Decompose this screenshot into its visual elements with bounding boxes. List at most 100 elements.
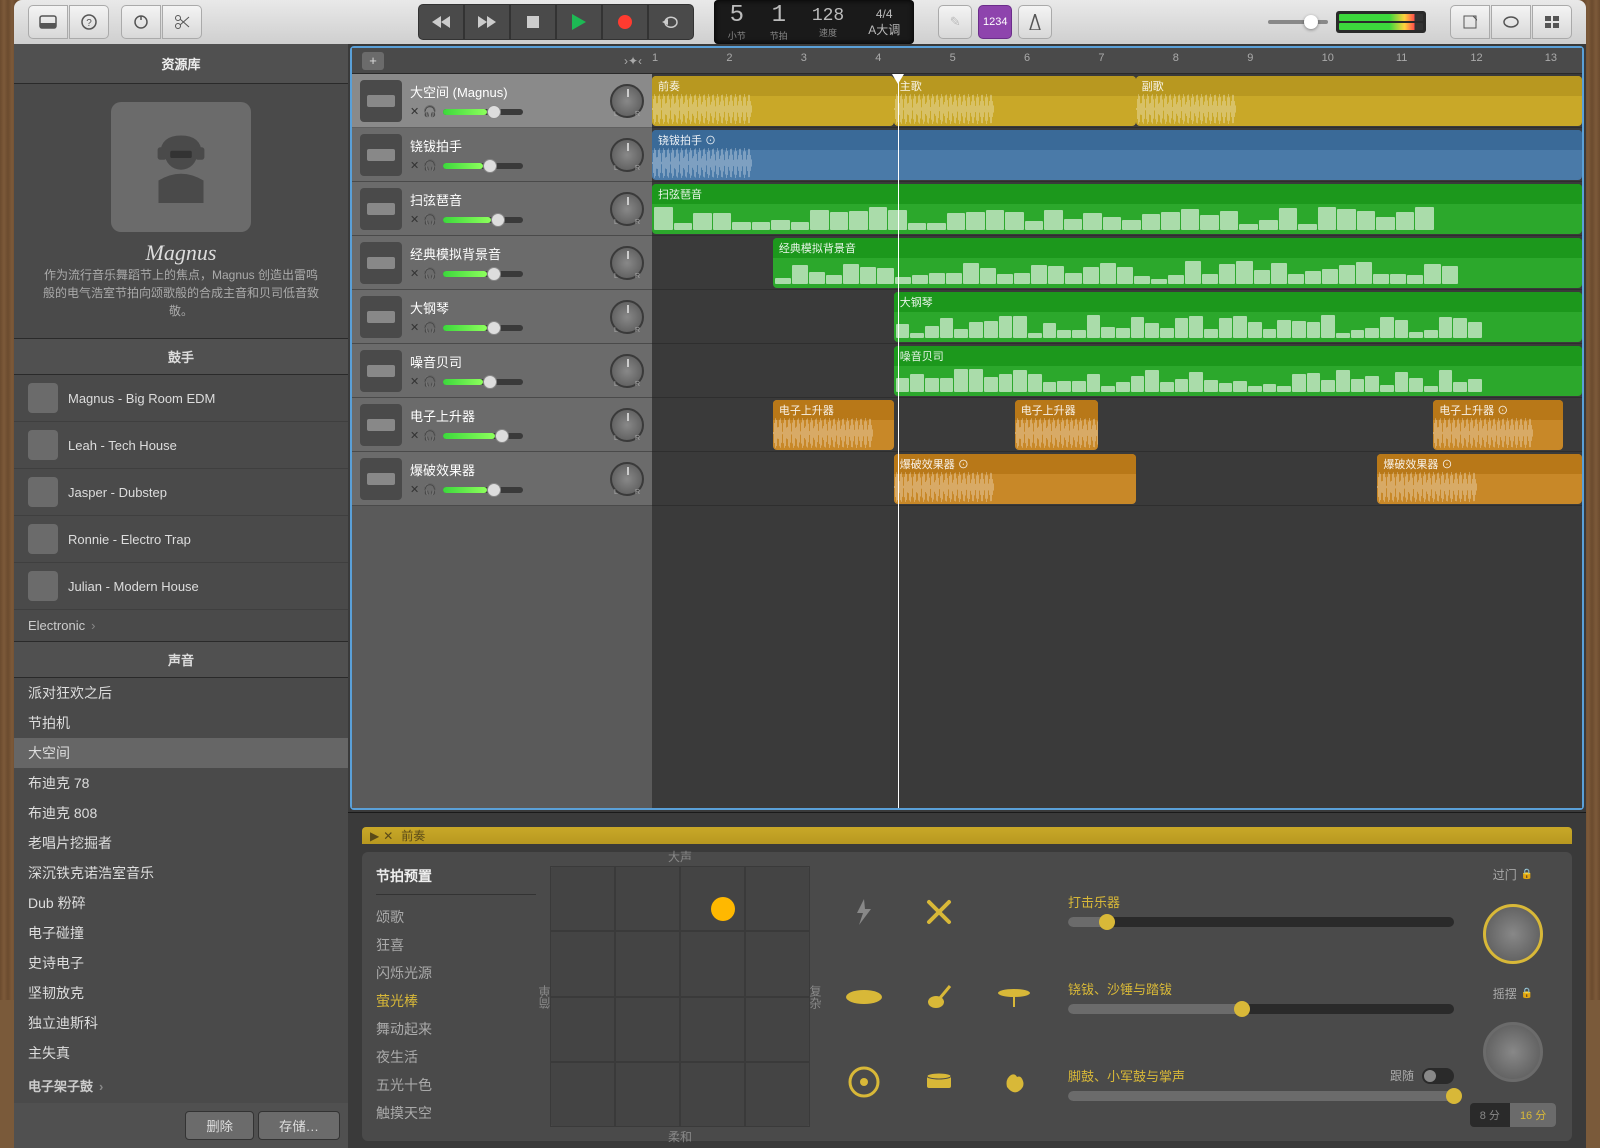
sound-item[interactable]: 布迪克 78 bbox=[14, 768, 348, 798]
region[interactable]: 副歌 bbox=[1136, 76, 1582, 126]
xy-pad[interactable]: 大声 柔和 简单 复杂 bbox=[550, 866, 810, 1127]
save-button[interactable]: 存储… bbox=[258, 1111, 340, 1140]
complexity-slider[interactable] bbox=[1068, 917, 1454, 927]
region[interactable]: 爆破效果器 ⊙ bbox=[1377, 454, 1582, 504]
track-header[interactable]: 大空间 (Magnus)✕🎧LR bbox=[352, 74, 652, 128]
region-lane[interactable]: 电子上升器电子上升器电子上升器 ⊙ bbox=[652, 398, 1582, 452]
preset-item[interactable]: 萤光棒 bbox=[376, 987, 536, 1015]
sticks-icon[interactable] bbox=[909, 876, 970, 947]
clap-icon[interactable] bbox=[983, 1046, 1044, 1117]
tambourine-icon[interactable] bbox=[834, 961, 895, 1032]
preset-item[interactable]: 夜生活 bbox=[376, 1043, 536, 1071]
track-header[interactable]: 大钢琴✕🎧LR bbox=[352, 290, 652, 344]
preset-item[interactable]: 狂喜 bbox=[376, 931, 536, 959]
headphone-icon[interactable]: 🎧 bbox=[423, 267, 437, 280]
lock-icon[interactable]: 🔒 bbox=[1521, 988, 1533, 999]
sound-item[interactable]: 派对狂欢之后 bbox=[14, 678, 348, 708]
sound-item[interactable]: 电子碰撞 bbox=[14, 918, 348, 948]
complexity-slider[interactable] bbox=[1068, 1004, 1454, 1014]
region-lane[interactable]: 前奏主歌副歌 bbox=[652, 74, 1582, 128]
playhead[interactable] bbox=[898, 74, 899, 808]
headphone-icon[interactable]: 🎧 bbox=[423, 483, 437, 496]
delete-button[interactable]: 删除 bbox=[185, 1111, 254, 1140]
mute-icon[interactable]: ✕ bbox=[410, 105, 419, 118]
region[interactable]: 电子上升器 bbox=[1015, 400, 1099, 450]
region-lane[interactable]: 大钢琴 bbox=[652, 290, 1582, 344]
pan-knob[interactable]: LR bbox=[610, 354, 644, 388]
drummer-item[interactable]: Ronnie - Electro Trap bbox=[14, 516, 348, 563]
pan-knob[interactable]: LR bbox=[610, 138, 644, 172]
sound-item[interactable]: 主失真 bbox=[14, 1038, 348, 1068]
pan-knob[interactable]: LR bbox=[610, 300, 644, 334]
bolt-icon[interactable] bbox=[834, 876, 895, 947]
drummer-item[interactable]: Magnus - Big Room EDM bbox=[14, 375, 348, 422]
master-volume-slider[interactable] bbox=[1268, 20, 1328, 24]
track-header[interactable]: 噪音贝司✕🎧LR bbox=[352, 344, 652, 398]
ruler[interactable]: 12345678910111213 bbox=[652, 48, 1582, 74]
region[interactable]: 电子上升器 bbox=[773, 400, 894, 450]
drummer-item[interactable]: Jasper - Dubstep bbox=[14, 469, 348, 516]
pan-knob[interactable]: LR bbox=[610, 246, 644, 280]
pan-knob[interactable]: LR bbox=[610, 84, 644, 118]
headphone-icon[interactable]: 🎧 bbox=[423, 429, 437, 442]
hihat-icon[interactable] bbox=[983, 961, 1044, 1032]
category-row[interactable]: Electronic› bbox=[14, 610, 348, 641]
region[interactable]: 经典模拟背景音 bbox=[773, 238, 1582, 288]
mute-icon[interactable]: ✕ bbox=[410, 483, 419, 496]
sound-item[interactable]: 节拍机 bbox=[14, 708, 348, 738]
region[interactable]: 前奏 bbox=[652, 76, 894, 126]
track-header[interactable]: 扫弦琶音✕🎧LR bbox=[352, 182, 652, 236]
swing-resolution[interactable]: 8 分16 分 bbox=[1470, 1103, 1556, 1127]
cycle-button[interactable] bbox=[648, 4, 694, 40]
preset-item[interactable]: 舞动起来 bbox=[376, 1015, 536, 1043]
mute-icon[interactable]: ✕ bbox=[410, 267, 419, 280]
headphone-icon[interactable]: 🎧 bbox=[423, 375, 437, 388]
region[interactable]: 主歌 bbox=[894, 76, 1136, 126]
rewind-button[interactable] bbox=[418, 4, 464, 40]
region-lane[interactable]: 铙钹拍手 ⊙ bbox=[652, 128, 1582, 182]
headphone-icon[interactable]: 🎧 bbox=[423, 105, 437, 118]
region-lane[interactable]: 爆破效果器 ⊙ 爆破效果器 ⊙ bbox=[652, 452, 1582, 506]
sound-item[interactable]: 布迪克 808 bbox=[14, 798, 348, 828]
smart-controls-toggle[interactable] bbox=[121, 5, 161, 39]
count-in-button[interactable]: 1234 bbox=[978, 5, 1012, 39]
mute-icon[interactable]: ✕ bbox=[410, 321, 419, 334]
drummer-item[interactable]: Julian - Modern House bbox=[14, 563, 348, 610]
pan-knob[interactable]: LR bbox=[610, 408, 644, 442]
mute-icon[interactable]: ✕ bbox=[410, 429, 419, 442]
kick-icon[interactable] bbox=[834, 1046, 895, 1117]
drummer-item[interactable]: Leah - Tech House bbox=[14, 422, 348, 469]
editor-ruler[interactable]: ▶✕ 前奏 bbox=[362, 827, 1572, 844]
region-settings-icon[interactable]: ✕ bbox=[383, 829, 393, 843]
mute-icon[interactable]: ✕ bbox=[410, 213, 419, 226]
forward-button[interactable] bbox=[464, 4, 510, 40]
track-volume-slider[interactable] bbox=[443, 482, 602, 498]
headphone-icon[interactable]: 🎧 bbox=[423, 159, 437, 172]
swing-knob[interactable] bbox=[1483, 1022, 1543, 1082]
pan-knob[interactable]: LR bbox=[610, 192, 644, 226]
shaker-icon[interactable] bbox=[909, 961, 970, 1032]
track-volume-slider[interactable] bbox=[443, 158, 602, 174]
region[interactable]: 大钢琴 bbox=[894, 292, 1582, 342]
track-volume-slider[interactable] bbox=[443, 266, 602, 282]
loop-browser-button[interactable] bbox=[1491, 5, 1531, 39]
metronome-button[interactable] bbox=[1018, 5, 1052, 39]
track-volume-slider[interactable] bbox=[443, 374, 602, 390]
sound-item[interactable]: 坚韧放克 bbox=[14, 978, 348, 1008]
track-header[interactable]: 经典模拟背景音✕🎧LR bbox=[352, 236, 652, 290]
track-volume-slider[interactable] bbox=[443, 320, 602, 336]
track-volume-slider[interactable] bbox=[443, 104, 602, 120]
mute-icon[interactable]: ✕ bbox=[410, 159, 419, 172]
preset-item[interactable]: 五光十色 bbox=[376, 1071, 536, 1099]
track-header[interactable]: 电子上升器✕🎧LR bbox=[352, 398, 652, 452]
record-button[interactable] bbox=[602, 4, 648, 40]
pan-knob[interactable]: LR bbox=[610, 462, 644, 496]
follow-toggle[interactable] bbox=[1422, 1068, 1454, 1084]
regions-area[interactable]: 前奏主歌副歌铙钹拍手 ⊙扫弦琶音经典模拟背景音大钢琴噪音贝司电子上升器电子上升器… bbox=[652, 74, 1582, 808]
lock-icon[interactable]: 🔒 bbox=[1521, 869, 1533, 880]
region[interactable]: 扫弦琶音 bbox=[652, 184, 1582, 234]
sound-item[interactable]: 深沉铁克诺浩室音乐 bbox=[14, 858, 348, 888]
region[interactable]: 爆破效果器 ⊙ bbox=[894, 454, 1136, 504]
sound-item[interactable]: Dub 粉碎 bbox=[14, 888, 348, 918]
tuner-button[interactable]: ✎ bbox=[938, 5, 972, 39]
